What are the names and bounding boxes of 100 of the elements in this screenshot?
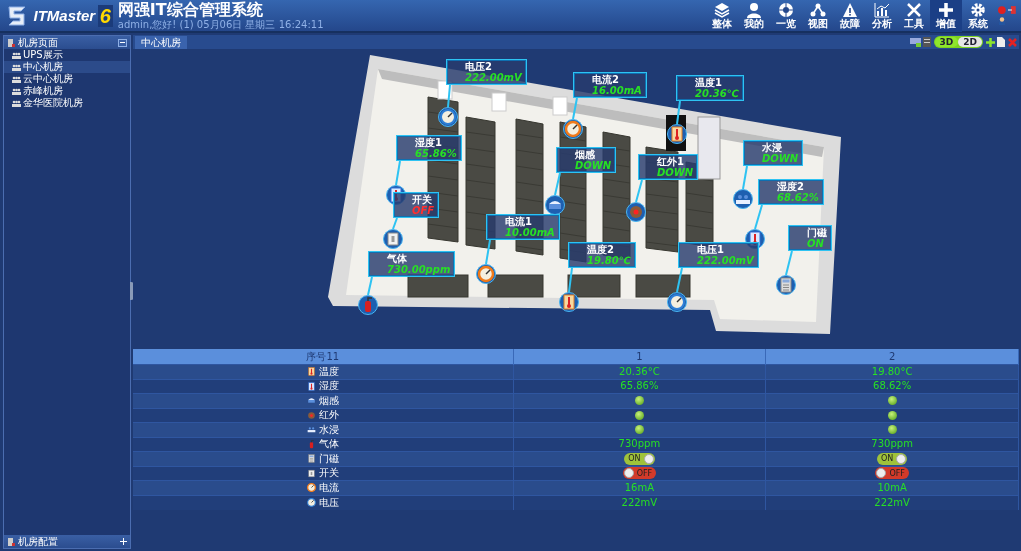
sensor-value: OFF bbox=[412, 205, 435, 216]
keypad-icon bbox=[306, 453, 318, 465]
sensor-name: 红外1 bbox=[657, 156, 685, 167]
wall-switch-icon[interactable] bbox=[383, 229, 403, 249]
cell-value: 730ppm bbox=[871, 438, 913, 450]
logo-version: 6 bbox=[97, 4, 113, 27]
row-label: 水浸 bbox=[319, 423, 340, 435]
thermometer-icon[interactable] bbox=[667, 124, 687, 144]
row-label: 开关 bbox=[319, 467, 340, 479]
sensor-value: ON bbox=[807, 238, 825, 249]
nav-button[interactable]: 系统 bbox=[962, 0, 994, 32]
server-icon bbox=[7, 537, 15, 546]
gauge-icon bbox=[306, 482, 318, 494]
server-icon bbox=[7, 38, 15, 47]
network-icon bbox=[810, 2, 826, 18]
column-header: 序号11 bbox=[133, 349, 513, 365]
room-item[interactable]: 赤峰机房 bbox=[4, 85, 130, 97]
nav-button[interactable]: 工具 bbox=[898, 0, 930, 32]
server-cabinet bbox=[487, 274, 544, 298]
gauge-icon bbox=[306, 497, 318, 508]
sensor-name: 湿度2 bbox=[777, 181, 805, 192]
panel-title: 机房配置 bbox=[18, 535, 58, 549]
row-label: 温度 bbox=[319, 365, 340, 377]
sensor-name: 电压1 bbox=[697, 244, 725, 255]
cell-value: 16mA bbox=[624, 481, 655, 493]
ball-icon bbox=[778, 2, 794, 18]
add-icon[interactable] bbox=[985, 37, 995, 47]
chart-icon bbox=[874, 2, 890, 18]
thermometer-icon bbox=[306, 380, 318, 392]
infrared-sensor-icon[interactable] bbox=[626, 202, 646, 222]
column-header: 1 bbox=[513, 349, 766, 365]
sensor-name: 水浸 bbox=[762, 142, 783, 153]
infrared-sensor-icon bbox=[306, 409, 318, 421]
nav-button[interactable]: 我的 bbox=[738, 0, 770, 32]
room-item[interactable]: 金华医院机房 bbox=[4, 97, 130, 109]
keypad-icon[interactable] bbox=[776, 275, 796, 295]
fire-extinguisher-icon[interactable] bbox=[358, 295, 378, 315]
sensor-name: 湿度1 bbox=[415, 137, 443, 148]
sensor-value: 10.00mA bbox=[505, 227, 555, 238]
cell-value: 730ppm bbox=[618, 438, 661, 450]
water-sensor-icon[interactable] bbox=[733, 189, 753, 209]
nav-button[interactable]: 故障 bbox=[834, 0, 866, 32]
room-tab[interactable]: 中心机房 bbox=[135, 36, 187, 49]
thermometer-icon bbox=[306, 366, 318, 378]
nav-button[interactable]: 视图 bbox=[802, 0, 834, 32]
sensor-value: 222.00mV bbox=[697, 255, 754, 266]
view-mode-button[interactable]: 2D bbox=[958, 37, 982, 47]
user-icon[interactable] bbox=[998, 16, 1006, 25]
gauge-icon[interactable] bbox=[438, 107, 458, 127]
nav-button[interactable]: 一览 bbox=[770, 0, 802, 32]
nav-button[interactable]: 增值 bbox=[930, 0, 962, 32]
wall-unit bbox=[491, 92, 507, 112]
cell-value: 222mV bbox=[621, 496, 658, 508]
monitor-icon[interactable] bbox=[909, 37, 921, 47]
view-mode-button[interactable]: 3D bbox=[934, 37, 959, 47]
sensor-value: DOWN bbox=[575, 160, 612, 171]
gauge-icon[interactable] bbox=[563, 119, 583, 139]
smoke-detector-icon[interactable] bbox=[545, 195, 565, 215]
sensor-name: 门磁 bbox=[807, 227, 827, 238]
room-item[interactable]: UPS展示 bbox=[4, 49, 130, 61]
cell-value: 68.62% bbox=[873, 380, 912, 392]
layers-icon bbox=[714, 2, 730, 18]
sensor-value: 65.86% bbox=[415, 148, 457, 159]
sensor-name: 电流2 bbox=[592, 74, 620, 85]
row-label: 烟感 bbox=[319, 394, 340, 406]
server-cabinet bbox=[635, 274, 691, 298]
plus-icon bbox=[938, 2, 954, 18]
sensor-value: 20.36℃ bbox=[695, 88, 739, 99]
exit-icon[interactable] bbox=[1008, 6, 1016, 15]
wall-switch-icon bbox=[306, 467, 318, 479]
row-label: 电压 bbox=[319, 496, 340, 508]
sensor-value: 16.00mA bbox=[592, 85, 642, 96]
thermometer-icon[interactable] bbox=[559, 292, 579, 312]
nav-button[interactable]: 分析 bbox=[866, 0, 898, 32]
settings-icon bbox=[970, 2, 986, 18]
sensor-name: 电压2 bbox=[465, 61, 493, 72]
people-icon bbox=[12, 75, 21, 83]
sensor-value: DOWN bbox=[762, 153, 799, 164]
user-greeting: admin,您好! (1) 05月06日 星期三 16:24:11 bbox=[117, 19, 324, 30]
collapse-button[interactable] bbox=[118, 38, 127, 47]
logo-text: ITMaster bbox=[33, 7, 96, 24]
row-label: 电流 bbox=[319, 481, 340, 493]
server-cabinet bbox=[407, 274, 469, 298]
room-item[interactable]: 中心机房 bbox=[4, 61, 130, 73]
row-label: 气体 bbox=[319, 438, 340, 450]
sensor-value: 730.00ppm bbox=[387, 264, 451, 275]
gauge-icon[interactable] bbox=[476, 264, 496, 284]
sensor-value: 68.62% bbox=[777, 192, 819, 203]
sensor-value: DOWN bbox=[657, 167, 694, 178]
gauge-icon[interactable] bbox=[667, 292, 687, 312]
sensor-value: 222.00mV bbox=[465, 72, 522, 83]
nav-button[interactable]: 整体 bbox=[706, 0, 738, 32]
people-icon bbox=[12, 51, 21, 59]
app-title: 网强IT综合管理系统 bbox=[117, 1, 264, 19]
document-icon[interactable] bbox=[997, 37, 1005, 47]
device-icon[interactable] bbox=[923, 37, 932, 47]
sensor-name: 温度1 bbox=[695, 77, 723, 88]
people-icon bbox=[12, 99, 21, 107]
row-label: 湿度 bbox=[319, 380, 340, 392]
room-item[interactable]: 云中心机房 bbox=[4, 73, 130, 85]
